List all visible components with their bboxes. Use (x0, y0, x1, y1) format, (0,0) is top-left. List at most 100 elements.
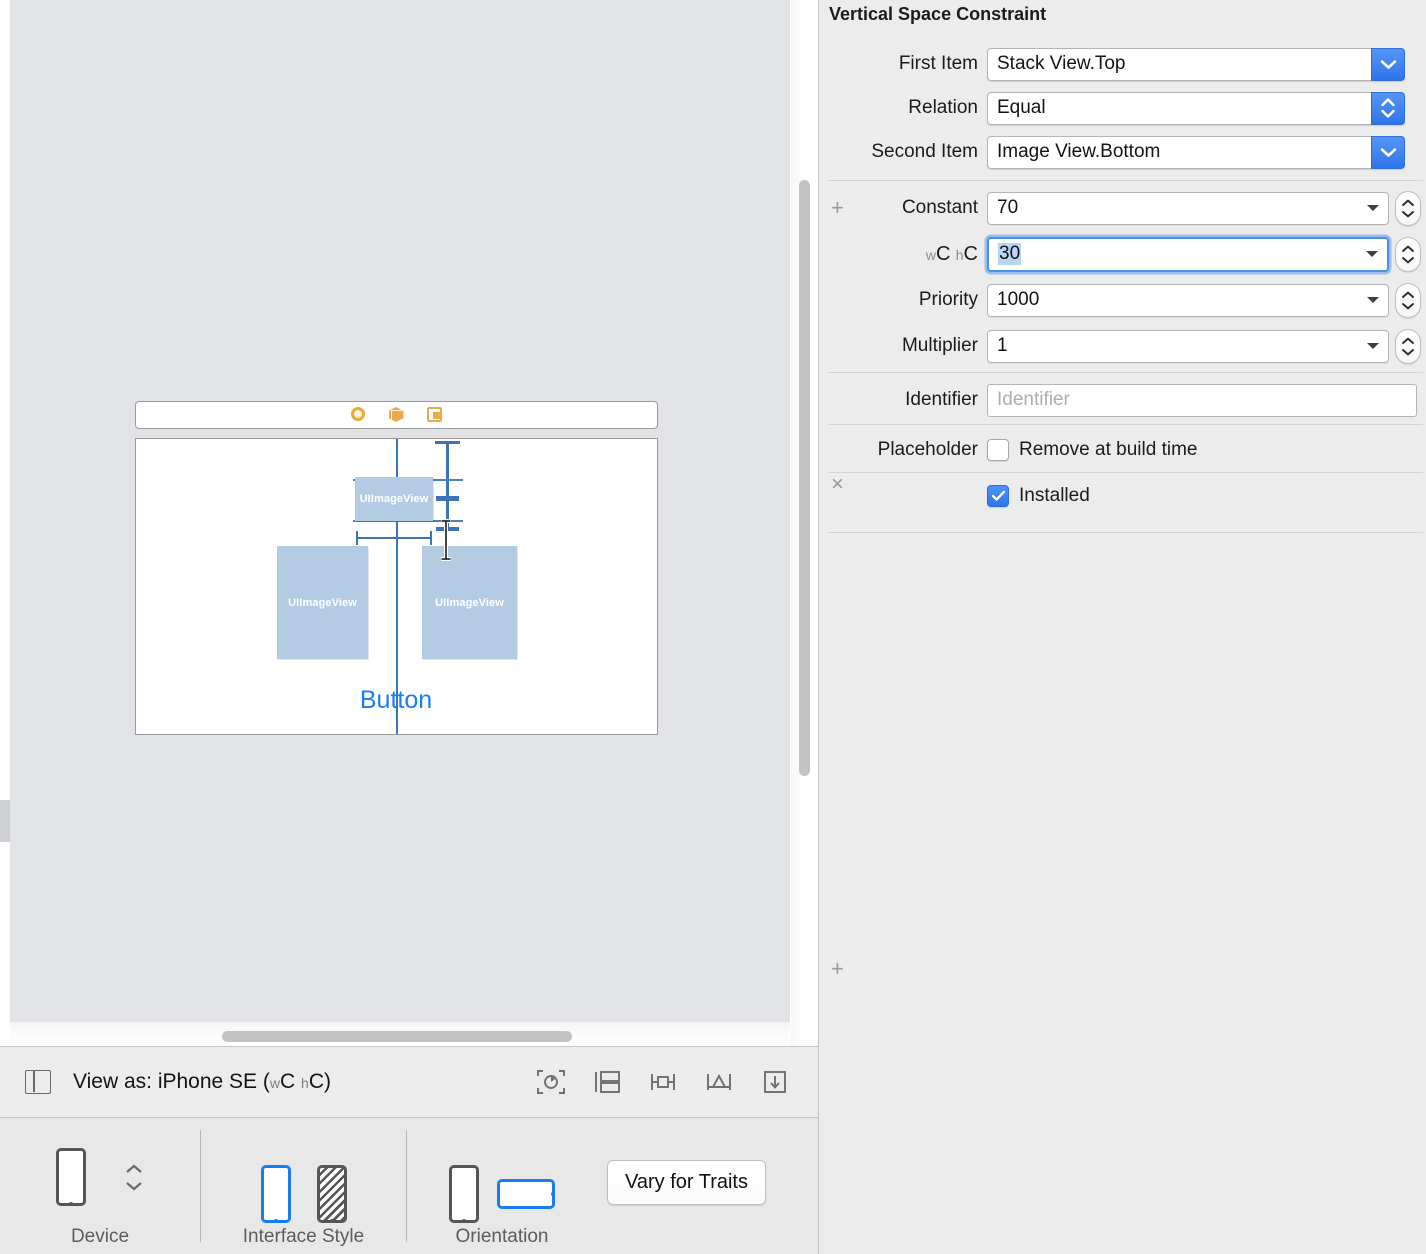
update-frames-icon[interactable] (536, 1068, 566, 1096)
image-view-top-label: UIImageView (359, 493, 429, 505)
chevron-down-icon[interactable] (1367, 205, 1379, 211)
vary-for-traits-button[interactable]: Vary for Traits (607, 1159, 766, 1205)
chevron-down-icon[interactable] (1401, 256, 1415, 264)
relation-label: Relation (908, 97, 978, 118)
device-phone-icon[interactable] (56, 1148, 86, 1206)
chevron-up-icon[interactable] (1401, 291, 1415, 299)
constant-add-icon[interactable]: + (831, 197, 844, 219)
second-item-popup[interactable]: Image View.Bottom (987, 135, 1405, 169)
orientation-group: Orientation (407, 1118, 597, 1254)
placeholder-checkbox-label: Remove at build time (1019, 439, 1198, 460)
chevron-down-icon[interactable] (1401, 348, 1415, 356)
installed-add-icon[interactable]: + (831, 958, 844, 980)
text-cursor-ibeam (441, 519, 451, 561)
chevron-down-icon[interactable] (1401, 210, 1415, 218)
priority-stepper[interactable] (1395, 282, 1421, 318)
add-constraints-icon[interactable] (704, 1068, 734, 1096)
resolve-issues-icon[interactable] (760, 1068, 790, 1096)
interface-style-light-icon[interactable] (260, 1165, 291, 1223)
installed-checkbox-group[interactable]: Installed (987, 485, 1090, 507)
view-controller-icon[interactable] (350, 407, 367, 423)
variation-label: wC hC (819, 243, 987, 266)
variation-stepper[interactable] (1395, 236, 1421, 272)
first-item-value[interactable]: Stack View.Top (987, 47, 1371, 81)
image-view-right-label: UIImageView (435, 596, 504, 609)
priority-input[interactable]: 1000 (987, 283, 1389, 317)
variation-height-class: C (963, 242, 978, 265)
chevron-down-icon[interactable] (1367, 297, 1379, 303)
orientation-label: Orientation (455, 1226, 549, 1247)
constraint-cap-left (356, 531, 358, 545)
first-item-dropdown-button[interactable] (1371, 47, 1405, 81)
panel-toggle-icon[interactable] (25, 1070, 51, 1094)
interface-style-dark-icon[interactable] (316, 1165, 347, 1223)
row-relation: Relation Equal (819, 86, 1426, 130)
variation-constant-value: 30 (998, 243, 1022, 265)
constraint-horizontal-measure (357, 537, 432, 539)
view-as-label[interactable]: View as: iPhone SE (wC hC) (73, 1070, 331, 1094)
view-as-height-prefix: h (301, 1075, 309, 1091)
attributes-inspector-panel: Vertical Space Constraint First Item Sta… (818, 0, 1426, 1254)
canvas-vertical-scrollbar-thumb[interactable] (799, 180, 810, 776)
second-item-label: Second Item (871, 141, 978, 162)
canvas-left-gutter (0, 0, 10, 1046)
exit-icon[interactable] (426, 407, 443, 423)
device-stepper[interactable] (124, 1164, 144, 1191)
row-first-item: First Item Stack View.Top (819, 42, 1426, 86)
device-label: Device (70, 1226, 130, 1247)
orientation-portrait-icon[interactable] (449, 1165, 479, 1223)
chevron-down-icon[interactable] (1366, 251, 1378, 257)
multiplier-label: Multiplier (901, 335, 978, 356)
first-responder-icon[interactable] (388, 407, 405, 423)
device-group: Device (0, 1118, 200, 1254)
installed-checkbox[interactable] (987, 485, 1009, 507)
constant-input[interactable]: 70 (987, 191, 1389, 225)
chevron-up-icon[interactable] (1401, 245, 1415, 253)
relation-popup[interactable]: Equal (987, 91, 1405, 125)
chevron-up-icon[interactable] (1401, 199, 1415, 207)
relation-stepper-button[interactable] (1371, 91, 1405, 125)
row-multiplier: Multiplier 1 (819, 324, 1426, 368)
xcode-interface-builder-window: UIImageView UIImageView UIImageView Butt… (0, 0, 1426, 1254)
multiplier-stepper[interactable] (1395, 328, 1421, 364)
chevron-up-down-icon (1381, 98, 1395, 118)
chevron-up-icon[interactable] (124, 1164, 144, 1175)
row-priority: Priority 1000 (819, 278, 1426, 322)
second-item-dropdown-button[interactable] (1371, 135, 1405, 169)
canvas-vertical-scrollbar[interactable] (791, 0, 817, 1046)
chevron-down-icon (1380, 147, 1396, 157)
constant-value: 70 (997, 197, 1019, 218)
chevron-down-icon[interactable] (124, 1180, 144, 1191)
constant-stepper[interactable] (1395, 190, 1421, 226)
chevron-up-icon[interactable] (1401, 337, 1415, 345)
button-label[interactable]: Button (355, 686, 437, 715)
first-item-label: First Item (898, 53, 978, 74)
embed-in-icon[interactable] (592, 1068, 622, 1096)
image-view-left[interactable]: UIImageView (277, 546, 368, 659)
chevron-down-icon (1380, 59, 1396, 69)
variation-height-prefix: h (955, 246, 964, 263)
variation-width-class: C (936, 242, 951, 265)
traits-toolbar: Device Interface Style Orientation Vary … (0, 1118, 818, 1254)
relation-value[interactable]: Equal (987, 91, 1371, 125)
image-view-top[interactable]: UIImageView (355, 477, 433, 521)
canvas-horizontal-scrollbar-thumb[interactable] (222, 1031, 572, 1042)
second-item-value[interactable]: Image View.Bottom (987, 135, 1371, 169)
multiplier-input[interactable]: 1 (987, 329, 1389, 363)
left-panel-edge-handle[interactable] (0, 800, 10, 842)
image-view-right[interactable]: UIImageView (422, 546, 517, 659)
variation-constant-input[interactable]: 30 (987, 236, 1389, 272)
storyboard-canvas[interactable]: UIImageView UIImageView UIImageView Butt… (0, 0, 818, 1046)
orientation-landscape-icon[interactable] (497, 1179, 555, 1209)
constraint-line-top-vertical (446, 442, 449, 499)
align-icon[interactable] (648, 1068, 678, 1096)
identifier-input[interactable]: Identifier (987, 383, 1417, 417)
constant-label: Constant (901, 197, 978, 218)
chevron-down-icon[interactable] (1367, 343, 1379, 349)
scene-dock[interactable] (135, 401, 658, 429)
view-as-height-class: C (308, 1070, 324, 1093)
placeholder-checkbox[interactable] (987, 439, 1009, 461)
chevron-down-icon[interactable] (1401, 302, 1415, 310)
first-item-popup[interactable]: Stack View.Top (987, 47, 1405, 81)
placeholder-checkbox-group[interactable]: Remove at build time (987, 439, 1197, 461)
